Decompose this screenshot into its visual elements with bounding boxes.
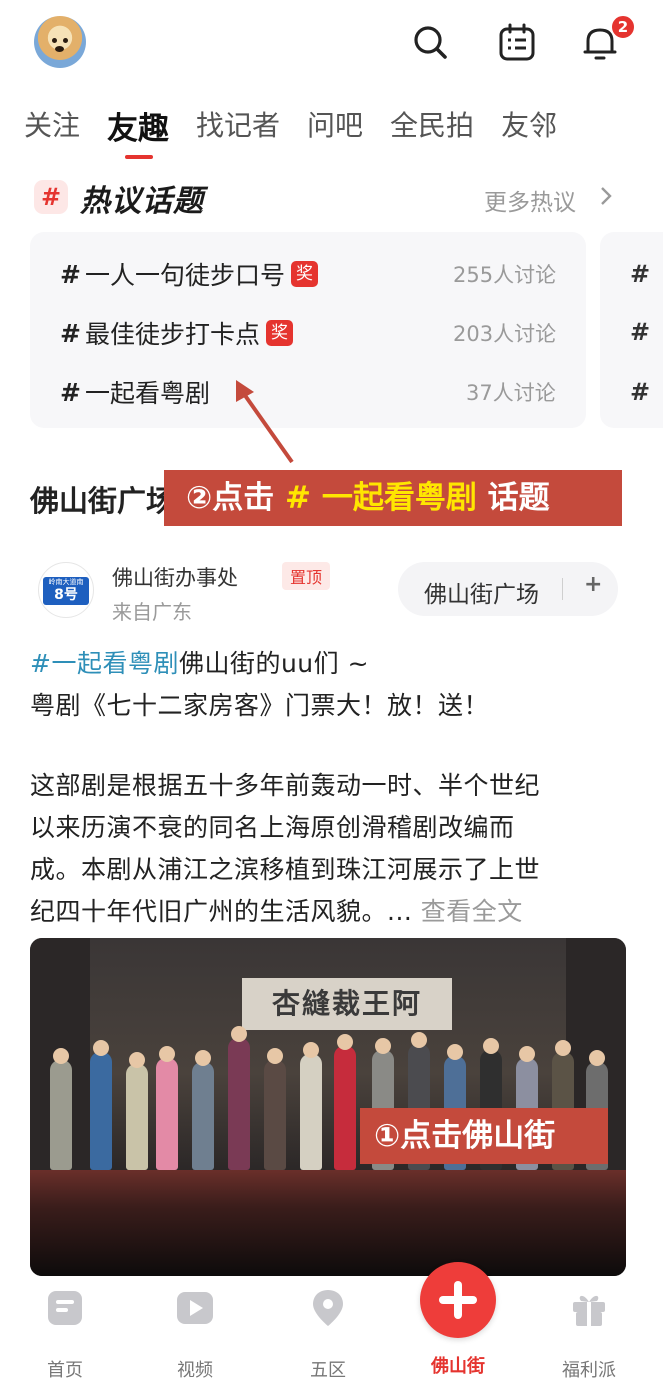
topic-count: 255人讨论 [453,263,557,287]
post-topic-tag[interactable]: #一起看粤剧 [30,649,179,678]
location-icon [313,1290,343,1326]
avatar-sign-top: 岭南大道南 [48,578,84,586]
nav-video-label: 视频 [177,1360,213,1381]
hot-topics-title: 热议话题 [80,184,204,219]
post-text-line: 纪四十年代旧广州的生活风貌。... 查看全文 [30,892,523,928]
topic-name: 最佳徒步打卡点 [84,320,260,349]
nav-home-label: 首页 [47,1360,83,1381]
post-author-name[interactable]: 佛山街办事处 [112,562,238,592]
tab-ask[interactable]: 问吧 [307,104,363,149]
award-badge: 奖 [265,320,293,346]
topic-hash: # [60,318,81,348]
hash-icon: # [34,180,68,214]
peek-hash-1: # [630,260,651,288]
post-text-line1-rest: 佛山街的uu们 ~ [178,649,370,678]
pinned-badge: 置顶 [282,562,331,590]
nav-five-districts-label: 五区 [310,1360,346,1381]
nav-welfare-label: 福利派 [562,1360,616,1381]
peek-hash-2: # [630,318,651,346]
nav-video[interactable]: 视频 [150,1288,240,1382]
award-badge: 奖 [290,261,318,287]
annotation-step-1: ①点击佛山街 [360,1108,608,1164]
home-icon [48,1291,82,1325]
tab-youqu[interactable]: 友趣 [107,103,169,148]
avatar-sign-num: 8号 [54,587,78,603]
tab-follow[interactable]: 关注 [24,104,80,149]
post-author-avatar[interactable]: 岭南大道南 8号 [38,562,94,618]
user-avatar[interactable] [34,16,86,68]
stage-banner: 杏縫裁王阿 [242,978,452,1030]
post-photo[interactable]: 杏縫裁王阿 [30,938,626,1276]
post-text-line6: 纪四十年代旧广州的生活风貌。... [30,897,421,926]
section-title: 佛山街广场 [30,484,176,518]
nav-foshan-street[interactable]: 佛山街 [413,1288,503,1378]
tab-find-reporter[interactable]: 找记者 [196,104,280,149]
more-topics-link[interactable]: 更多热议 [484,183,576,217]
topic-item[interactable]: # 最佳徒步打卡点 奖 [60,315,293,351]
top-tabs: 关注 友趣 找记者 问吧 全民拍 友邻 [24,104,584,149]
tab-citizen-photo[interactable]: 全民拍 [390,104,474,149]
annotation-step-2: ②点击 # 一起看粤剧 话题 [164,470,622,526]
topic-name: 一人一句徒步口号 [84,261,285,290]
calendar-icon[interactable] [497,22,537,62]
see-full-text-link[interactable]: 查看全文 [421,897,523,926]
post-location: 来自广东 [112,600,192,624]
topic-count: 37人讨论 [466,381,556,405]
topic-hash: # [60,259,81,289]
post-text-line: 成。本剧从浦江之滨移植到珠江河展示了上世 [30,855,541,884]
topic-name: 一起看粤剧 [84,379,210,408]
nav-foshan-street-label: 佛山街 [431,1356,485,1377]
active-tab-indicator [125,155,153,159]
gift-icon [573,1295,605,1326]
topic-count: 203人讨论 [453,322,557,346]
nav-welfare[interactable]: 福利派 [544,1288,634,1382]
search-icon[interactable] [410,22,450,62]
annotation-step-2-prefix: ②点击 [186,480,286,516]
post-text-line: 这部剧是根据五十多年前轰动一时、半个世纪 [30,771,541,800]
nav-home[interactable]: 首页 [20,1288,110,1382]
notification-badge: 2 [610,14,636,40]
tab-neighbors[interactable]: 友邻 [501,104,557,149]
nav-five-districts[interactable]: 五区 [283,1288,373,1382]
plus-icon[interactable]: + [584,572,602,597]
annotation-step-2-highlight: # 一起看粤剧 [285,480,477,516]
peek-hash-3: # [630,378,651,406]
post-text-line: 以来历演不衰的同名上海原创滑稽剧改编而 [30,813,515,842]
annotation-step-2-suffix: 话题 [476,480,550,516]
topic-item[interactable]: # 一起看粤剧 [60,374,210,410]
video-icon [177,1292,213,1324]
topic-hash: # [60,377,81,407]
post-text-line: 粤剧《七十二家房客》门票大！放！送！ [30,691,490,720]
follow-square-label: 佛山街广场 [424,582,539,608]
post-text-line: #一起看粤剧佛山街的uu们 ~ [30,644,369,680]
hot-topics-card-next[interactable]: # # # [600,232,663,428]
chevron-right-icon [601,187,612,205]
topic-item[interactable]: # 一人一句徒步口号 奖 [60,256,318,292]
follow-divider [562,578,563,600]
